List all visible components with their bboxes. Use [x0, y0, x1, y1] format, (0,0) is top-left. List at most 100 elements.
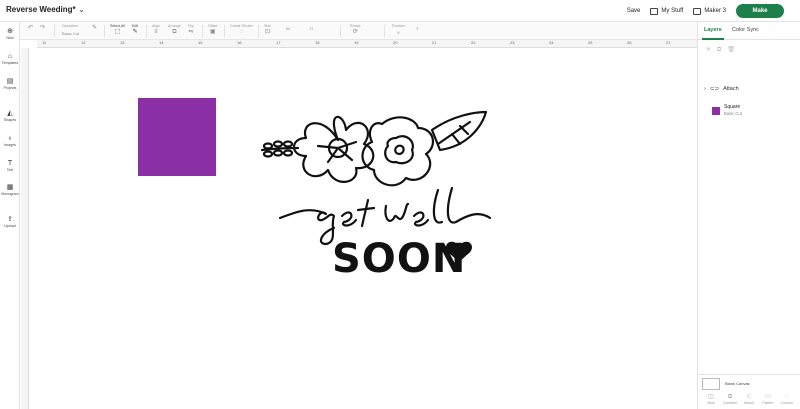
- sidebar-item-projects[interactable]: ▤ Projects: [0, 78, 20, 90]
- operation-dropdown[interactable]: Operation Basic Cut: [62, 24, 79, 37]
- contour-button[interactable]: ◌ Contour: [778, 394, 796, 405]
- sidebar-item-templates[interactable]: ⌂ Templates: [0, 53, 20, 65]
- top-bar: Reverse Weeding* ⌄ Save My Stuff Maker 3…: [0, 0, 800, 22]
- sidebar-item-label: Projects: [3, 86, 17, 90]
- my-stuff-label: My Stuff: [661, 8, 684, 14]
- create-sticker-label: Create Sticker: [230, 24, 253, 28]
- soon-text: SOON: [332, 236, 466, 276]
- layer-color-swatch[interactable]: [712, 107, 720, 115]
- attach-icon: ⊂⊃: [709, 86, 720, 92]
- flatten-button[interactable]: ▭ Flatten: [759, 394, 777, 405]
- redo-button[interactable]: ↷: [40, 24, 45, 32]
- attach-button[interactable]: ⊂ Attach: [740, 394, 758, 405]
- ruler-left: [21, 48, 29, 409]
- layer-item[interactable]: Square Basic Cut: [712, 104, 742, 116]
- ruler-label: 19: [354, 40, 359, 45]
- edit-toolbar: ↶ ↷ Operation Basic Cut ✎ Select All ⬚ E…: [0, 22, 697, 40]
- machine-label: Maker 3: [704, 8, 726, 14]
- slice-label: Slice: [707, 401, 715, 405]
- ruler-label: 23: [510, 40, 515, 45]
- select-all-icon: ⬚: [114, 29, 121, 35]
- purple-square-shape[interactable]: [138, 98, 216, 176]
- align-button[interactable]: Align ≡: [152, 24, 160, 36]
- tab-color-sync[interactable]: Color Sync: [732, 27, 759, 33]
- blank-canvas-row[interactable]: Blank Canvas: [698, 374, 800, 392]
- chevron-down-icon[interactable]: ⌄: [79, 6, 85, 14]
- contour-label: Contour: [780, 401, 794, 405]
- operation-label: Operation: [62, 24, 78, 28]
- edit-button[interactable]: Edit ✎: [132, 24, 138, 36]
- slice-icon: ◫: [708, 394, 714, 400]
- position-control[interactable]: Position X: [392, 24, 405, 36]
- pen-tool-button[interactable]: ✎: [92, 24, 97, 32]
- my-stuff-link[interactable]: My Stuff: [650, 7, 684, 15]
- select-all-button[interactable]: Select All ⬚: [110, 24, 125, 36]
- sidebar-item-label: New: [6, 36, 14, 40]
- align-label: Align: [152, 24, 160, 28]
- operation-value: Basic Cut: [62, 31, 80, 36]
- document-title-text: Reverse Weeding*: [6, 5, 76, 14]
- sidebar-item-images[interactable]: ♁ Images: [0, 135, 20, 147]
- width-field[interactable]: W: [286, 24, 290, 32]
- position-y-field[interactable]: Y: [416, 24, 419, 32]
- select-all-label: Select All: [110, 24, 125, 28]
- flip-button[interactable]: Flip ⇋: [188, 24, 194, 36]
- attach-group[interactable]: › ⊂⊃ Attach: [704, 86, 739, 92]
- undo-icon: ↶: [28, 25, 34, 31]
- combine-label: Combine: [722, 401, 738, 405]
- delete-icon[interactable]: 🗑: [727, 47, 741, 53]
- ruler-label: 11: [42, 40, 47, 45]
- pen-icon: ✎: [92, 25, 98, 31]
- lightbulb-icon: ♁: [7, 135, 13, 142]
- slice-button[interactable]: ◫ Slice: [702, 394, 720, 405]
- rotate-control[interactable]: Rotate ⟳: [350, 24, 361, 36]
- shirt-icon: ⌂: [7, 53, 13, 60]
- attach-label: Attach: [723, 86, 739, 92]
- undo-button[interactable]: ↶: [28, 24, 33, 32]
- panel-tabs: Layers Color Sync: [698, 22, 800, 40]
- layer-name: Square: [724, 104, 741, 110]
- shapes-icon: ◭: [7, 110, 13, 117]
- tab-layers[interactable]: Layers: [704, 27, 722, 33]
- ruler-label: 20: [393, 40, 398, 45]
- machine-selector[interactable]: Maker 3: [693, 7, 726, 15]
- sidebar-item-label: Monogram: [1, 192, 19, 196]
- ruler-label: 12: [81, 40, 86, 45]
- layers-panel: Layers Color Sync ✕⧉🗑 › ⊂⊃ Attach Square…: [697, 22, 800, 409]
- combine-icon: ⧉: [727, 394, 733, 400]
- sidebar-item-upload[interactable]: ⇪ Upload: [0, 216, 20, 228]
- sidebar-item-text[interactable]: T Text: [0, 160, 20, 172]
- ruler-label: 21: [432, 40, 437, 45]
- sidebar-item-monogram[interactable]: ▦ Monogram: [0, 184, 20, 196]
- chevron-right-icon[interactable]: ›: [704, 86, 706, 92]
- sidebar-item-label: Templates: [1, 61, 19, 65]
- document-title[interactable]: Reverse Weeding* ⌄: [6, 5, 85, 14]
- get-well-soon-artwork[interactable]: SOON: [256, 104, 492, 276]
- group-icon[interactable]: ✕: [706, 47, 717, 53]
- align-icon: ≡: [154, 29, 158, 35]
- rotate-label: Rotate: [350, 24, 361, 28]
- sidebar-item-shapes[interactable]: ◭ Shapes: [0, 110, 20, 122]
- edit-icon: ✎: [132, 29, 138, 35]
- ruler-top: 11 12 13 14 15 16 17 18 19 20 21 22 23 2…: [37, 40, 697, 48]
- size-control[interactable]: Size ⊡: [264, 24, 271, 36]
- combine-button[interactable]: ⧉ Combine: [721, 394, 739, 405]
- make-button[interactable]: Make: [736, 4, 784, 18]
- ruler-label: 24: [549, 40, 554, 45]
- sidebar-item-new[interactable]: ⊕ New: [0, 28, 20, 40]
- contour-icon: ◌: [785, 394, 789, 400]
- arrange-button[interactable]: Arrange ⧉: [168, 24, 181, 36]
- projects-icon: ▤: [6, 78, 14, 85]
- sidebar-item-label: Images: [4, 143, 16, 147]
- layer-action-icons: ✕⧉🗑: [706, 46, 741, 54]
- create-sticker-button[interactable]: Create Sticker ◌: [230, 24, 253, 36]
- ruler-label: 16: [237, 40, 242, 45]
- size-label: Size: [264, 24, 271, 28]
- offset-button[interactable]: Offset ▣: [208, 24, 218, 36]
- machine-icon: [693, 7, 702, 15]
- attach-icon: ⊂: [746, 394, 752, 400]
- duplicate-icon[interactable]: ⧉: [717, 47, 727, 53]
- offset-icon: ▣: [209, 29, 216, 35]
- height-field[interactable]: H: [310, 24, 313, 32]
- save-button[interactable]: Save: [627, 8, 641, 14]
